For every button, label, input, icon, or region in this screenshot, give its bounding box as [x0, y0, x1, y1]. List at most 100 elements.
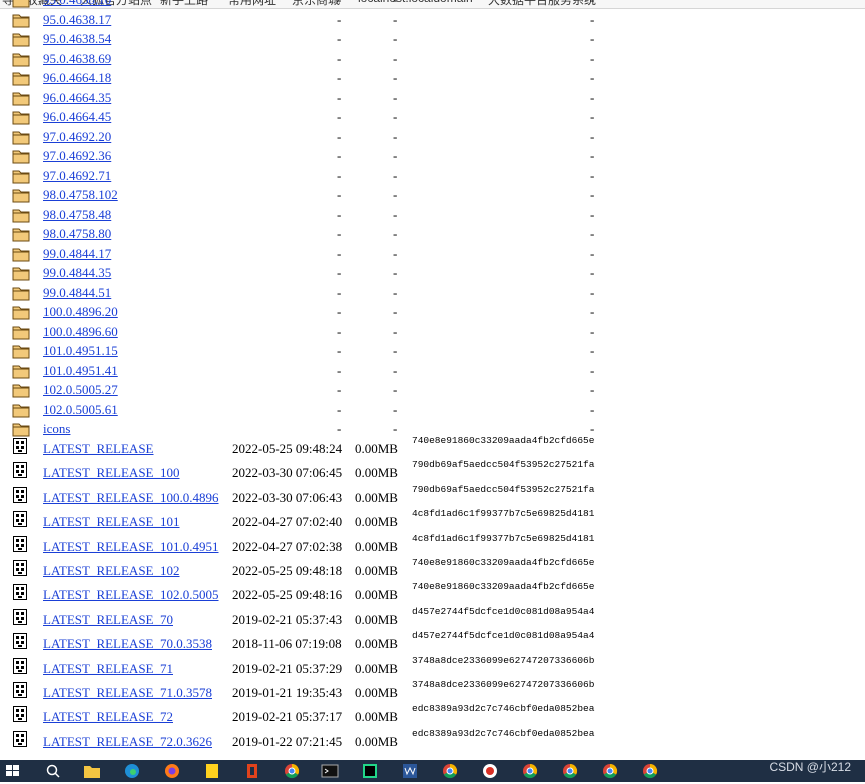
file-size: 0.00MB — [355, 733, 398, 749]
chrome-icon[interactable] — [560, 762, 580, 780]
folder-link[interactable]: 95.0.4638.54 — [43, 31, 111, 47]
size-dash: - — [393, 89, 398, 105]
folder-link[interactable]: 100.0.4896.20 — [43, 304, 118, 320]
office-icon[interactable] — [242, 762, 262, 780]
folder-link[interactable]: 102.0.5005.27 — [43, 382, 118, 398]
file-link[interactable]: LATEST_RELEASE_100 — [43, 465, 180, 481]
folder-link[interactable]: 96.0.4664.45 — [43, 109, 111, 125]
file-size: 0.00MB — [355, 489, 398, 505]
app-icon[interactable] — [480, 762, 500, 780]
file-link[interactable]: LATEST_RELEASE_70.0.3538 — [43, 636, 212, 652]
folder-link[interactable]: 95.0.4638.17 — [43, 12, 111, 28]
terminal-icon[interactable] — [320, 762, 340, 780]
folder-icon — [12, 226, 30, 246]
folder-link[interactable]: 101.0.4951.15 — [43, 343, 118, 359]
folder-link[interactable]: 97.0.4692.36 — [43, 148, 111, 164]
etag-hash: 740e8e91860c33209aada4fb2cfd665e — [412, 435, 595, 446]
folder-link[interactable]: 95.0.4638.69 — [43, 51, 111, 67]
folder-row: 102.0.5005.27 - - - — [0, 381, 865, 400]
folder-row: 97.0.4692.36 - - - — [0, 147, 865, 166]
chrome-icon[interactable] — [520, 762, 540, 780]
file-link[interactable]: LATEST_RELEASE_102.0.5005 — [43, 587, 219, 603]
folder-icon — [12, 304, 30, 324]
folder-link[interactable]: 98.0.4758.48 — [43, 207, 111, 223]
folder-icon — [12, 382, 30, 402]
etag-hash: edc8389a93d2c7c746cbf0eda0852bea — [412, 703, 595, 715]
folder-row: 100.0.4896.60 - - - — [0, 323, 865, 342]
folder-link[interactable]: 101.0.4951.41 — [43, 363, 118, 379]
pycharm-icon[interactable] — [360, 762, 380, 780]
size-dash: - — [393, 206, 398, 222]
folder-icon — [12, 168, 30, 188]
folder-row: 95.0.4638.54 - - - — [0, 30, 865, 49]
sticky-notes-icon[interactable] — [202, 762, 222, 780]
file-icon — [12, 632, 28, 654]
file-link[interactable]: LATEST_RELEASE_70 — [43, 612, 173, 628]
folder-row: 101.0.4951.41 - - - — [0, 362, 865, 381]
file-row: LATEST_RELEASE_102 2022-05-25 09:48:18 0.0… — [0, 557, 865, 581]
file-explorer-icon[interactable] — [82, 762, 102, 780]
folder-link[interactable]: 96.0.4664.35 — [43, 90, 111, 106]
modified-date: 2019-02-21 05:37:17 — [232, 709, 343, 725]
file-link[interactable]: LATEST_RELEASE_102 — [43, 563, 180, 579]
modified-date: 2019-01-21 19:35:43 — [232, 685, 343, 700]
etag-hash: 790db69af5aedcc504f53952c27521fa — [412, 483, 595, 495]
etag-hash: 3748a8dce2336099e62747207336606b — [412, 679, 595, 690]
folder-link[interactable]: 99.0.4844.51 — [43, 285, 111, 301]
folder-link[interactable]: 98.0.4758.80 — [43, 226, 111, 242]
folder-link[interactable]: 100.0.4896.60 — [43, 324, 118, 340]
size-dash: - — [393, 109, 398, 124]
date-dash: - — [337, 109, 342, 124]
hash-dash: - — [590, 284, 595, 300]
folder-link[interactable]: 95.0.4638.10 — [43, 0, 111, 8]
chrome-icon[interactable] — [282, 762, 302, 780]
folder-link[interactable]: 96.0.4664.18 — [43, 70, 111, 86]
firefox-icon[interactable] — [162, 762, 182, 780]
file-icon — [12, 559, 28, 581]
file-link[interactable]: LATEST_RELEASE_101.0.4951 — [43, 539, 219, 555]
file-link[interactable]: LATEST_RELEASE_71 — [43, 661, 173, 677]
chrome-icon[interactable] — [600, 762, 620, 780]
file-row: LATEST_RELEASE_72.0.3626 2019-01-22 07:21… — [0, 728, 865, 750]
file-size: 0.00MB — [355, 538, 398, 554]
file-row: LATEST_RELEASE_70 2019-02-21 05:37:43 0.00… — [0, 606, 865, 628]
file-link[interactable]: LATEST_RELEASE — [43, 441, 154, 457]
edge-browser-icon[interactable] — [122, 762, 142, 780]
folder-link[interactable]: 98.0.4758.102 — [43, 187, 118, 203]
folder-icon — [12, 363, 30, 383]
file-icon — [12, 681, 28, 703]
file-link[interactable]: LATEST_RELEASE_100.0.4896 — [43, 490, 219, 506]
hash-dash: - — [590, 50, 595, 66]
csdn-watermark: CSDN @小212 — [769, 760, 851, 774]
folder-row: 97.0.4692.71 - - - — [0, 167, 865, 186]
hash-dash: - — [590, 226, 595, 241]
file-size: 0.00MB — [355, 709, 398, 725]
date-dash: - — [337, 31, 342, 46]
folder-link[interactable]: 99.0.4844.35 — [43, 265, 111, 281]
date-dash: - — [337, 304, 342, 319]
folder-link[interactable]: 97.0.4692.71 — [43, 168, 111, 184]
file-size: 0.00MB — [355, 611, 398, 627]
file-icon — [12, 535, 28, 557]
folder-link[interactable]: 102.0.5005.61 — [43, 402, 118, 418]
file-link[interactable]: LATEST_RELEASE_101 — [43, 514, 180, 530]
file-size: 0.00MB — [355, 514, 398, 530]
hash-dash: - — [590, 148, 595, 163]
chrome-icon[interactable] — [640, 762, 660, 780]
folder-icon — [12, 51, 30, 71]
size-dash: - — [393, 362, 398, 378]
folder-link[interactable]: 97.0.4692.20 — [43, 129, 111, 145]
size-dash: - — [393, 70, 398, 85]
modified-date: 2019-02-21 05:37:29 — [232, 660, 343, 676]
file-row: LATEST_RELEASE_102.0.5005 2022-05-25 09:4… — [0, 581, 865, 603]
file-link[interactable]: LATEST_RELEASE_72 — [43, 709, 173, 725]
folder-link[interactable]: icons — [43, 421, 70, 437]
folder-link[interactable]: 99.0.4844.17 — [43, 246, 111, 262]
search-icon[interactable] — [43, 762, 63, 780]
windows-start-icon[interactable] — [3, 762, 23, 780]
file-link[interactable]: LATEST_RELEASE_72.0.3626 — [43, 734, 212, 750]
chrome-icon[interactable] — [440, 762, 460, 780]
file-link[interactable]: LATEST_RELEASE_71.0.3578 — [43, 685, 212, 701]
word-icon[interactable] — [400, 762, 420, 780]
folder-row: 96.0.4664.35 - - - — [0, 89, 865, 108]
